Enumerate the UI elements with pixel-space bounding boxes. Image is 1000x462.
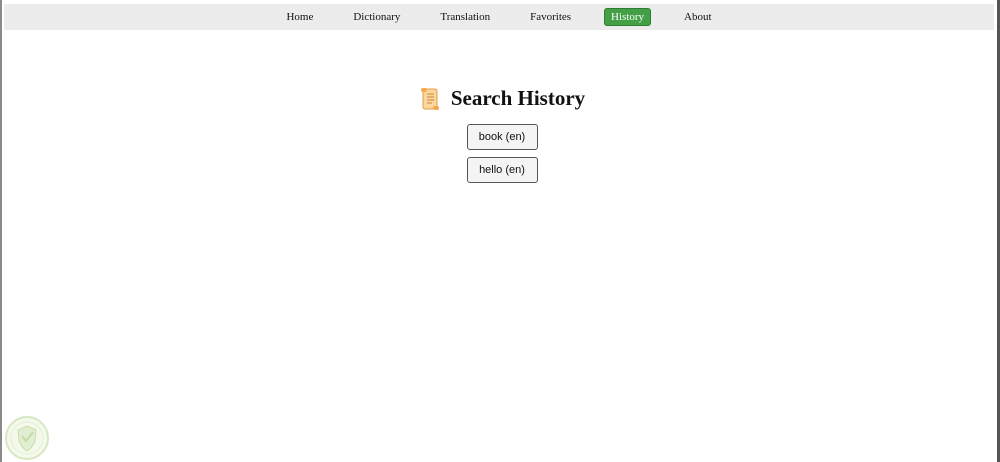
history-list: book (en) hello (en) <box>2 124 1000 190</box>
nav-home[interactable]: Home <box>279 8 320 26</box>
window-top-edge <box>2 0 997 3</box>
nav-favorites[interactable]: Favorites <box>523 8 578 26</box>
page-title: Search History <box>450 86 586 110</box>
history-item-book[interactable]: book (en) <box>466 124 538 150</box>
nav-about[interactable]: About <box>677 8 719 26</box>
nav-translation[interactable]: Translation <box>433 8 497 26</box>
app-window: Home Dictionary Translation Favorites Hi… <box>0 0 1000 462</box>
page-header: Search History <box>2 86 1000 111</box>
scroll-icon <box>419 87 441 111</box>
top-navbar: Home Dictionary Translation Favorites Hi… <box>4 4 994 30</box>
nav-dictionary[interactable]: Dictionary <box>346 8 407 26</box>
nav-history[interactable]: History <box>604 8 652 26</box>
shield-badge-icon <box>4 415 50 461</box>
history-item-hello[interactable]: hello (en) <box>466 157 538 183</box>
